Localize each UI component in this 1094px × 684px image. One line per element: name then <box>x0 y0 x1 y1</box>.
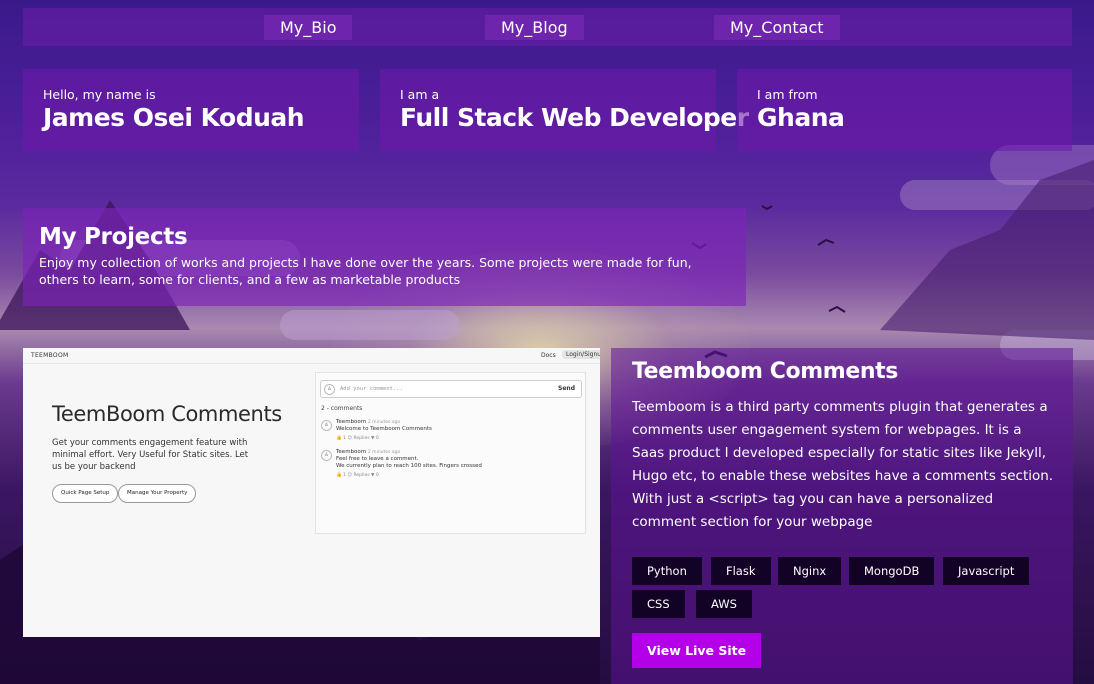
project-description: Teemboom is a third party comments plugi… <box>632 399 1054 530</box>
preview-avatar-icon: ♙ <box>324 384 335 395</box>
preview-comment-input: ♙ Add your comment... Send <box>320 380 582 398</box>
tag-flask: Flask <box>711 557 771 585</box>
preview-avatar-icon: ♙ <box>321 450 332 461</box>
intro-name-value: James Osei Koduah <box>43 103 305 132</box>
tag-nginx: Nginx <box>778 557 842 585</box>
preview-comment-text: Feel free to leave a comment. We current… <box>336 456 482 469</box>
nav-link-contact[interactable]: My_Contact <box>714 15 840 40</box>
preview-title: TeemBoom Comments <box>52 402 282 426</box>
cloud <box>990 145 1094 185</box>
preview-comment-actions: 👍 1 😐 Replies ▼ 0 <box>336 436 379 441</box>
preview-comment-actions: 👍 1 😐 Replies ▼ 0 <box>336 473 379 478</box>
view-live-site-button[interactable]: View Live Site <box>632 633 762 668</box>
top-nav: My_Bio My_Blog My_Contact <box>23 8 1072 46</box>
intro-card-country: I am from Ghana <box>737 69 1072 151</box>
cloud <box>900 180 1094 210</box>
preview-comment-time: 2 minutes ago <box>367 450 401 455</box>
tag-javascript: Javascript <box>943 557 1030 585</box>
cloud <box>280 310 460 340</box>
preview-avatar-icon: ♙ <box>321 420 332 431</box>
intro-card-role: I am a Full Stack Web Developer <box>380 69 749 151</box>
projects-title: My Projects <box>39 224 188 250</box>
intro-role-label: I am a <box>400 87 440 102</box>
preview-send-button: Send <box>558 385 575 392</box>
tag-python: Python <box>632 557 702 585</box>
project-screenshot: TEEMBOOM Docs Login/Signup TeemBoom Comm… <box>23 348 600 637</box>
preview-login-button: Login/Signup <box>562 350 600 359</box>
preview-topbar: TEEMBOOM Docs Login/Signup <box>23 348 600 364</box>
preview-brand: TEEMBOOM <box>31 352 69 359</box>
preview-input-placeholder: Add your comment... <box>340 386 403 392</box>
preview-docs-link: Docs <box>541 352 556 359</box>
tag-aws: AWS <box>696 590 752 618</box>
preview-comment-time: 2 minutes ago <box>367 420 401 425</box>
preview-comment-text: Welcome to Teemboom Comments <box>336 426 432 432</box>
preview-quick-setup-button: Quick Page Setup <box>52 484 119 503</box>
preview-comments-panel: ♙ Add your comment... Send 2 - comments … <box>315 372 586 534</box>
nav-link-bio[interactable]: My_Bio <box>264 15 353 40</box>
intro-card-name: Hello, my name is James Osei Koduah <box>23 69 359 151</box>
preview-description: Get your comments engagement feature wit… <box>52 438 249 472</box>
preview-manage-property-button: Manage Your Property <box>118 484 197 503</box>
intro-country-value: Ghana <box>757 103 845 132</box>
intro-country-label: I am from <box>757 87 818 102</box>
project-detail: Teemboom Comments Teemboom is a third pa… <box>611 348 1073 684</box>
preview-comment-author: Teemboom <box>336 449 367 455</box>
nav-link-blog[interactable]: My_Blog <box>485 15 584 40</box>
intro-role-value: Full Stack Web Developer <box>400 103 749 132</box>
project-title: Teemboom Comments <box>632 359 898 384</box>
projects-description: Enjoy my collection of works and project… <box>39 255 692 287</box>
intro-name-label: Hello, my name is <box>43 87 156 102</box>
tag-css: CSS <box>632 590 685 618</box>
preview-comment-author: Teemboom <box>336 419 367 425</box>
projects-header: My Projects Enjoy my collection of works… <box>23 208 746 306</box>
preview-comment-count: 2 - comments <box>321 405 363 412</box>
tag-mongodb: MongoDB <box>849 557 935 585</box>
